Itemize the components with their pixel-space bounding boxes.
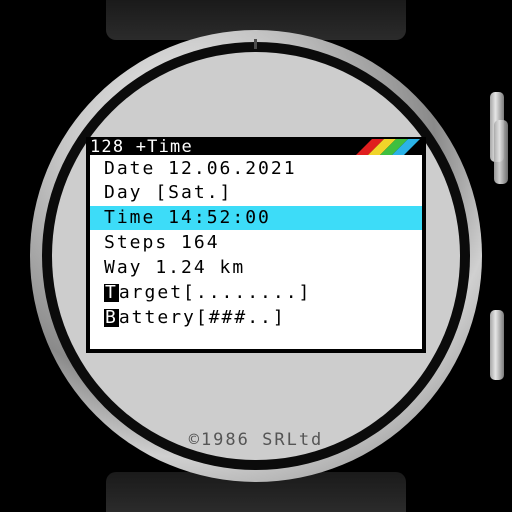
menu-item-label: attery[###..]	[118, 307, 286, 328]
menu-item-label: Time 14:52:00	[104, 207, 271, 228]
menu-title-bar: 128 +Time	[88, 137, 424, 157]
menu-item-label: Day [Sat.]	[104, 182, 233, 203]
menu-list: Date 12.06.2021 Day [Sat.] Time 14:52:00…	[90, 155, 422, 349]
twelve-oclock-marker	[254, 39, 257, 49]
watch-face: 128 +Time Date 12.06.2021 Day [Sat.] Tim…	[0, 0, 512, 512]
hotkey-b: B	[104, 307, 119, 328]
hotkey-t: T	[104, 282, 119, 303]
menu-item-battery[interactable]: Battery[###..]	[90, 306, 422, 330]
menu-item-target[interactable]: Target[........]	[90, 281, 422, 305]
menu-item-steps[interactable]: Steps 164	[90, 231, 422, 255]
menu-item-label: Date 12.06.2021	[104, 158, 297, 179]
copyright-text: ©1986 SRLtd	[188, 430, 324, 450]
rainbow-stripes-icon	[356, 139, 420, 155]
menu-item-label: Way 1.24 km	[104, 257, 246, 278]
menu-window: 128 +Time Date 12.06.2021 Day [Sat.] Tim…	[86, 137, 426, 353]
crown-button-side[interactable]	[494, 120, 508, 184]
menu-item-label: arget[........]	[118, 282, 312, 303]
crown-button-bottom[interactable]	[490, 310, 504, 380]
menu-item-label: Steps 164	[104, 232, 220, 253]
menu-item-day[interactable]: Day [Sat.]	[90, 181, 422, 205]
menu-title: 128 +Time	[90, 137, 193, 157]
menu-item-date[interactable]: Date 12.06.2021	[90, 157, 422, 181]
menu-item-time[interactable]: Time 14:52:00	[90, 206, 422, 230]
menu-item-way[interactable]: Way 1.24 km	[90, 256, 422, 280]
